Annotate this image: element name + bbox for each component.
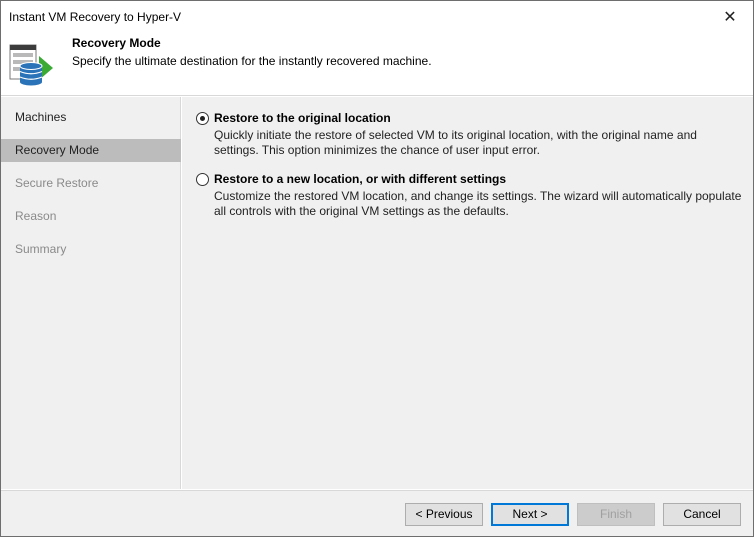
title-bar: Instant VM Recovery to Hyper-V ✕	[1, 1, 753, 32]
previous-button[interactable]: < Previous	[405, 503, 483, 526]
option-new-location-label[interactable]: Restore to a new location, or with diffe…	[214, 172, 506, 186]
step-title: Recovery Mode	[72, 36, 161, 50]
wizard-window: Instant VM Recovery to Hyper-V ✕ Recover…	[0, 0, 754, 537]
next-button[interactable]: Next >	[491, 503, 569, 526]
step-reason: Reason	[15, 209, 57, 223]
step-secure-restore: Secure Restore	[15, 176, 99, 190]
window-title: Instant VM Recovery to Hyper-V	[9, 10, 182, 24]
step-header: Recovery Mode Specify the ultimate desti…	[1, 32, 753, 96]
step-subtitle: Specify the ultimate destination for the…	[72, 54, 432, 68]
cancel-button[interactable]: Cancel	[663, 503, 741, 526]
close-icon[interactable]: ✕	[707, 1, 753, 32]
wizard-steps: Machines Recovery Mode Secure Restore Re…	[1, 97, 181, 489]
finish-button: Finish	[577, 503, 655, 526]
recovery-mode-panel: Restore to the original location Quickly…	[182, 97, 753, 489]
radio-original-location[interactable]	[196, 112, 209, 125]
option-new-location-description: Customize the restored VM location, and …	[214, 189, 742, 218]
option-original-location-label[interactable]: Restore to the original location	[214, 111, 391, 125]
step-machines[interactable]: Machines	[1, 106, 181, 129]
option-original-location-description: Quickly initiate the restore of selected…	[214, 128, 697, 157]
step-summary: Summary	[15, 242, 67, 256]
wizard-footer: < Previous Next > Finish Cancel	[1, 490, 753, 536]
vm-recovery-icon	[9, 42, 59, 90]
step-recovery-mode[interactable]: Recovery Mode	[1, 139, 181, 162]
radio-new-location[interactable]	[196, 173, 209, 186]
